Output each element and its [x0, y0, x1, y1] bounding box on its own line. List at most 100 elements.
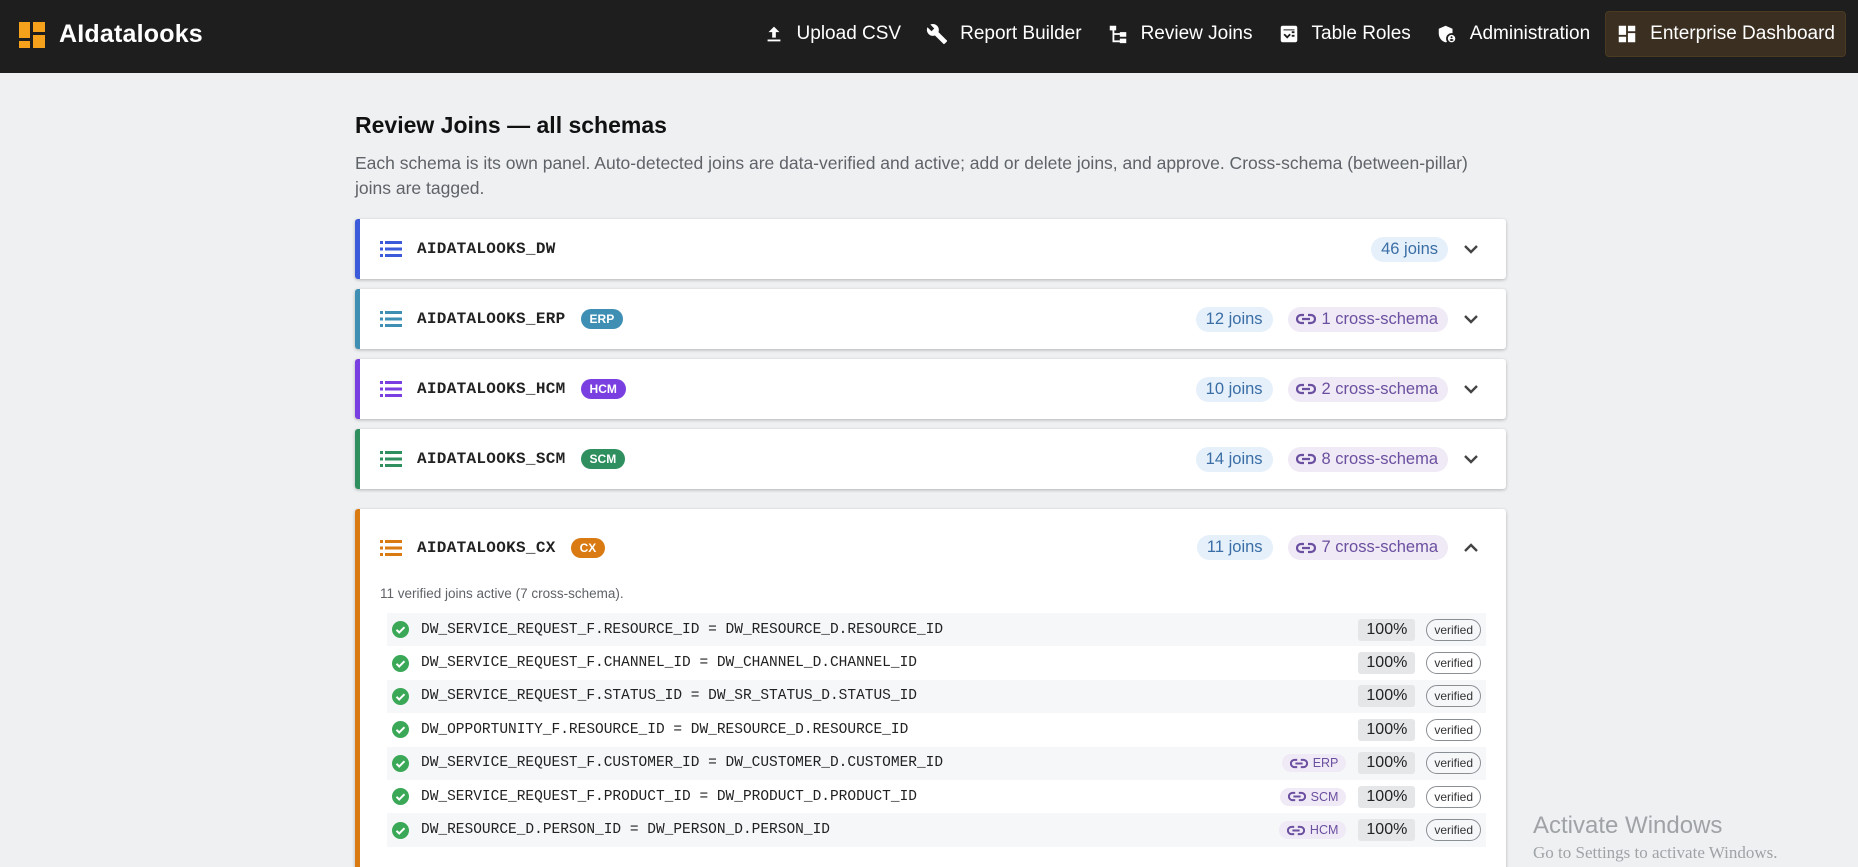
joins-count-badge: 11 joins: [1196, 535, 1273, 560]
match-percent: 100%: [1358, 618, 1416, 641]
join-list: DW_SERVICE_REQUEST_F.RESOURCE_ID = DW_RE…: [360, 613, 1506, 847]
check-circle-icon: [392, 621, 409, 639]
verified-badge: verified: [1426, 718, 1481, 741]
schema-panel-erp: AIDATALOOKS_ERP ERP 12 joins 1 cross-sch…: [355, 289, 1506, 349]
schema-panel-header[interactable]: AIDATALOOKS_ERP ERP 12 joins 1 cross-sch…: [360, 289, 1506, 349]
join-expression: DW_OPPORTUNITY_F.RESOURCE_ID = DW_RESOUR…: [421, 721, 909, 738]
page-header: Review Joins — all schemas Each schema i…: [355, 108, 1506, 201]
top-nav-bar: AIdatalooks Upload CSV Report Builder Re…: [0, 0, 1858, 73]
schema-panel-dw: AIDATALOOKS_DW 46 joins: [355, 219, 1506, 279]
chevron-up-icon[interactable]: [1462, 539, 1480, 557]
cross-schema-count: 8 cross-schema: [1321, 449, 1438, 468]
match-percent: 100%: [1358, 652, 1416, 675]
match-percent: 100%: [1358, 819, 1416, 842]
match-percent: 100%: [1358, 785, 1416, 808]
match-percent: 100%: [1358, 718, 1416, 741]
schema-panel-cx: AIDATALOOKS_CX CX 11 joins 7 cross-schem…: [355, 509, 1506, 867]
chevron-down-icon[interactable]: [1462, 240, 1480, 258]
cross-schema-badge: 1 cross-schema: [1287, 306, 1448, 332]
cross-schema-count: 2 cross-schema: [1321, 379, 1438, 398]
verified-badge: verified: [1426, 652, 1481, 675]
join-expression: DW_SERVICE_REQUEST_F.CHANNEL_ID = DW_CHA…: [421, 655, 917, 672]
verified-badge: verified: [1426, 819, 1481, 842]
pillar-tag: SCM: [580, 449, 626, 469]
dashboard-icon: [1618, 25, 1636, 43]
check-circle-icon: [392, 754, 409, 772]
main-nav: Upload CSV Report Builder Review Joins T…: [748, 11, 1846, 57]
schema-list-icon: [380, 311, 402, 327]
wrench-icon: [926, 24, 948, 45]
link-icon: [1287, 792, 1306, 802]
chevron-down-icon[interactable]: [1462, 450, 1480, 468]
schema-panel-hcm: AIDATALOOKS_HCM HCM 10 joins 2 cross-sch…: [355, 359, 1506, 419]
join-row[interactable]: DW_SERVICE_REQUEST_F.CUSTOMER_ID = DW_CU…: [387, 746, 1486, 780]
nav-enterprise-dashboard[interactable]: Enterprise Dashboard: [1605, 11, 1846, 57]
schema-panel-scm: AIDATALOOKS_SCM SCM 14 joins 8 cross-sch…: [355, 429, 1506, 489]
cross-schema-count: 7 cross-schema: [1321, 538, 1438, 556]
link-icon: [1289, 758, 1308, 768]
check-circle-icon: [392, 654, 409, 672]
check-circle-icon: [392, 721, 409, 739]
schema-name: AIDATALOOKS_HCM: [417, 380, 566, 398]
nav-upload-csv-label: Upload CSV: [796, 23, 902, 44]
schema-list-icon: [380, 381, 402, 397]
join-row[interactable]: DW_SERVICE_REQUEST_F.STATUS_ID = DW_SR_S…: [387, 679, 1486, 714]
cross-schema-tag-label: HCM: [1309, 823, 1339, 838]
nav-review-joins[interactable]: Review Joins: [1097, 11, 1263, 57]
chevron-down-icon[interactable]: [1462, 310, 1480, 328]
verified-badge: verified: [1426, 785, 1481, 808]
cross-schema-badge: 2 cross-schema: [1287, 376, 1448, 402]
check-circle-icon: [392, 821, 409, 839]
checklist-icon: [1280, 25, 1297, 43]
link-icon: [1295, 453, 1316, 465]
join-row[interactable]: DW_SERVICE_REQUEST_F.PRODUCT_ID = DW_PRO…: [387, 780, 1486, 813]
schema-panel-header[interactable]: AIDATALOOKS_HCM HCM 10 joins 2 cross-sch…: [360, 359, 1506, 419]
cross-schema-count: 1 cross-schema: [1321, 309, 1438, 328]
brand-logo-icon: [19, 21, 45, 48]
cx-summary: 11 verified joins active (7 cross-schema…: [380, 586, 624, 601]
brand[interactable]: AIdatalooks: [19, 20, 203, 49]
schema-list-icon: [380, 451, 402, 467]
join-expression: DW_SERVICE_REQUEST_F.CUSTOMER_ID = DW_CU…: [421, 755, 944, 772]
join-expression: DW_RESOURCE_D.PERSON_ID = DW_PERSON_D.PE…: [421, 822, 830, 839]
schema-name: AIDATALOOKS_DW: [417, 240, 556, 258]
match-percent: 100%: [1358, 752, 1416, 775]
page-description: Each schema is its own panel. Auto-detec…: [355, 153, 1468, 198]
watermark-title: Activate Windows: [1533, 812, 1723, 839]
nav-report-builder[interactable]: Report Builder: [916, 11, 1091, 57]
nav-report-builder-label: Report Builder: [960, 23, 1082, 44]
cross-schema-tag: ERP: [1281, 754, 1347, 773]
nav-upload-csv[interactable]: Upload CSV: [753, 11, 912, 57]
check-circle-icon: [392, 687, 409, 705]
join-row[interactable]: DW_SERVICE_REQUEST_F.CHANNEL_ID = DW_CHA…: [387, 646, 1486, 679]
cross-schema-badge: 7 cross-schema: [1287, 535, 1448, 560]
nav-table-roles-label: Table Roles: [1311, 23, 1411, 44]
link-icon: [1286, 825, 1305, 835]
cross-schema-tag-label: ERP: [1312, 756, 1339, 771]
join-row[interactable]: DW_OPPORTUNITY_F.RESOURCE_ID = DW_RESOUR…: [387, 713, 1486, 746]
link-icon: [1295, 313, 1316, 325]
schema-panel-header[interactable]: AIDATALOOKS_SCM SCM 14 joins 8 cross-sch…: [360, 429, 1506, 489]
joins-icon: [1109, 25, 1126, 44]
schema-name: AIDATALOOKS_SCM: [417, 450, 566, 468]
schema-panel-header[interactable]: AIDATALOOKS_CX CX 11 joins 7 cross-schem…: [360, 509, 1506, 586]
schema-name: AIDATALOOKS_ERP: [417, 310, 566, 328]
join-row[interactable]: DW_RESOURCE_D.PERSON_ID = DW_PERSON_D.PE…: [387, 813, 1486, 847]
joins-count-badge: 10 joins: [1195, 376, 1273, 402]
schema-panel-header[interactable]: AIDATALOOKS_DW 46 joins: [360, 219, 1506, 279]
verified-badge: verified: [1426, 752, 1481, 775]
pillar-tag: ERP: [580, 309, 624, 329]
cross-schema-tag: SCM: [1279, 787, 1347, 806]
schema-list-icon: [380, 241, 402, 257]
joins-count-badge: 14 joins: [1195, 446, 1273, 472]
schema-list-icon: [380, 539, 402, 556]
chevron-down-icon[interactable]: [1462, 380, 1480, 398]
page-title: Review Joins — all schemas: [355, 112, 667, 138]
verified-badge: verified: [1426, 685, 1481, 708]
nav-table-roles[interactable]: Table Roles: [1268, 11, 1421, 57]
cross-schema-tag: HCM: [1278, 821, 1347, 840]
join-row[interactable]: DW_SERVICE_REQUEST_F.RESOURCE_ID = DW_RE…: [387, 613, 1486, 647]
join-expression: DW_SERVICE_REQUEST_F.STATUS_ID = DW_SR_S…: [421, 688, 917, 705]
windows-activation-watermark: Activate Windows Go to Settings to activ…: [1533, 812, 1778, 863]
nav-administration[interactable]: Administration: [1426, 11, 1600, 57]
